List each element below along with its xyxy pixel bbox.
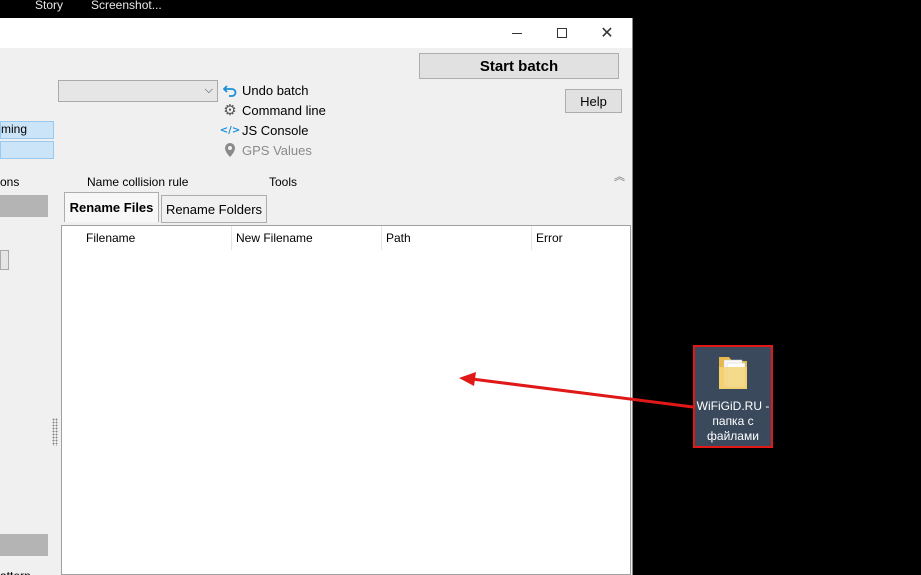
gps-values-link[interactable]: GPS Values (222, 141, 312, 159)
column-header-new-filename[interactable]: New Filename (232, 226, 382, 250)
close-button[interactable]: ✕ (584, 18, 630, 48)
js-console-link[interactable]: </> JS Console (219, 121, 309, 139)
minimize-button[interactable] (494, 18, 540, 48)
splitter-handle[interactable] (52, 418, 58, 446)
undo-batch-link[interactable]: Undo batch (222, 81, 309, 99)
left-gray-bar-top (0, 195, 48, 217)
maximize-button[interactable] (539, 18, 585, 48)
left-gray-bar-bottom (0, 534, 48, 556)
undo-batch-label: Undo batch (242, 82, 309, 98)
left-list-item-label: ming (1, 122, 28, 136)
taskbar-strip: Story Screenshot... (0, 0, 921, 18)
gear-icon: ⚙ (223, 101, 237, 119)
desktop-folder-label: WiFiGiD.RU - папка с файлами (696, 399, 770, 443)
left-bottom-label: attern (0, 569, 31, 575)
tools-label: Tools (269, 175, 298, 189)
left-small-combo[interactable] (0, 250, 9, 270)
command-line-link[interactable]: ⚙ Command line (222, 101, 326, 119)
help-button[interactable]: Help (565, 89, 622, 113)
taskbar-item-screenshot[interactable]: Screenshot... (91, 0, 162, 12)
column-header-error[interactable]: Error (532, 226, 630, 250)
column-header-path[interactable]: Path (382, 226, 532, 250)
js-console-label: JS Console (242, 122, 309, 138)
folder-icon (719, 357, 747, 389)
collapse-chevron-icon[interactable]: ︽ (614, 168, 625, 184)
left-section-label: ons (0, 175, 20, 189)
gps-values-label: GPS Values (242, 142, 312, 158)
left-list-item-selected[interactable]: ming (0, 121, 54, 139)
maximize-icon (557, 28, 567, 38)
map-pin-icon (222, 142, 238, 158)
start-batch-button[interactable]: Start batch (419, 53, 619, 79)
command-line-label: Command line (242, 102, 326, 118)
app-window: ✕ Start batch Help ⌵ Undo batch ⚙ Comman… (0, 18, 633, 575)
undo-icon (222, 82, 238, 98)
left-list-item-2[interactable] (0, 141, 54, 159)
tab-rename-files[interactable]: Rename Files (64, 192, 159, 222)
minimize-icon (512, 32, 522, 34)
name-collision-rule-label: Name collision rule (87, 175, 189, 189)
title-bar: ✕ (0, 18, 632, 48)
close-icon: ✕ (600, 23, 614, 42)
chevron-down-icon: ⌵ (204, 83, 213, 96)
tab-rename-folders[interactable]: Rename Folders (161, 195, 267, 223)
column-header-filename[interactable]: Filename (82, 226, 232, 250)
preset-combo[interactable]: ⌵ (58, 80, 218, 102)
code-icon: </> (219, 124, 241, 136)
file-list[interactable]: Filename New Filename Path Error (61, 225, 631, 575)
taskbar-item-story[interactable]: Story (35, 0, 63, 12)
desktop-folder-icon[interactable]: WiFiGiD.RU - папка с файлами (693, 345, 773, 448)
